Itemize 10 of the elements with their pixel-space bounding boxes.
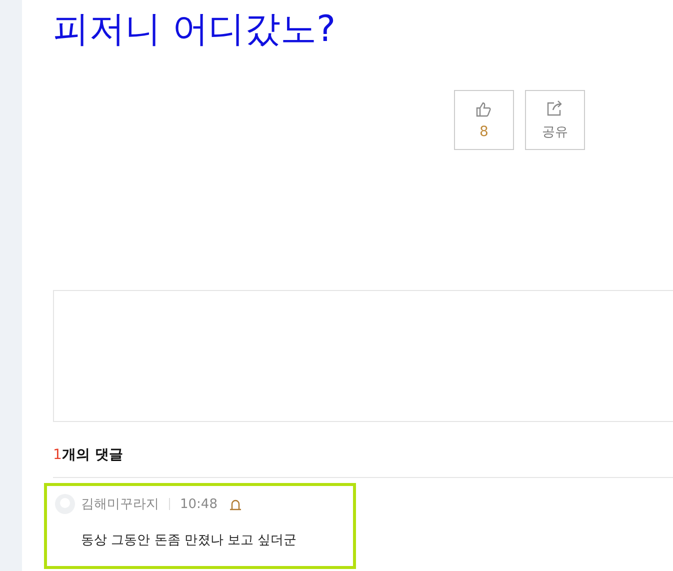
report-icon[interactable] bbox=[229, 498, 242, 510]
like-button[interactable]: 8 bbox=[454, 90, 514, 150]
post-title: 피저니 어디갔노? bbox=[53, 8, 337, 52]
comment-time: 10:48 bbox=[180, 496, 218, 512]
thumbs-up-icon bbox=[475, 100, 493, 118]
comment-text: 동상 그동안 돈좀 만졌나 보고 싶더군 bbox=[81, 532, 298, 549]
comment-count-heading: 1개의 댓글 bbox=[53, 446, 124, 464]
comment-author: 김해미꾸라지 bbox=[81, 496, 159, 513]
share-button[interactable]: 공유 bbox=[525, 90, 585, 150]
share-icon bbox=[546, 99, 564, 117]
